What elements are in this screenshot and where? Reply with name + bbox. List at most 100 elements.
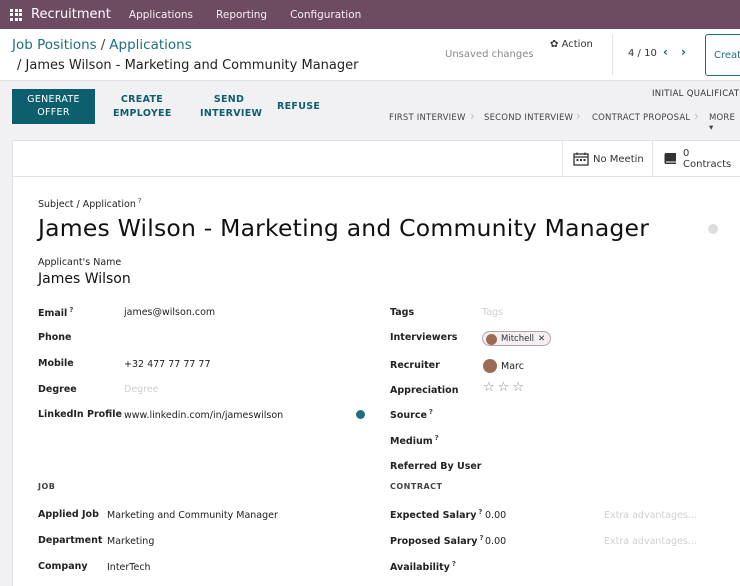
pager-value[interactable]: 4 / 10: [628, 48, 657, 59]
proposed-extra-advantages-field[interactable]: Extra advantages...: [604, 536, 697, 547]
menu-configuration[interactable]: Configuration: [290, 9, 361, 21]
proposed-salary-label-text: Proposed Salary: [390, 536, 478, 548]
linkedin-label: LinkedIn Profile: [38, 409, 122, 420]
email-label: Email?: [38, 306, 74, 320]
tags-label: Tags: [390, 307, 415, 318]
subject-label: Subject / Application?: [38, 197, 142, 211]
appreciation-stars[interactable]: ☆☆☆: [483, 380, 527, 395]
globe-icon[interactable]: [356, 410, 365, 419]
action-label: Action: [561, 39, 593, 50]
create-employee-line2: EMPLOYEE: [113, 108, 172, 119]
contracts-count: 0: [683, 148, 690, 159]
applied-job-label: Applied Job: [38, 509, 99, 520]
generate-offer-button[interactable]: GENERATE OFFER: [12, 89, 95, 124]
meetings-label: No Meetin: [593, 153, 644, 165]
phone-field[interactable]: [124, 332, 344, 344]
chevron-right-icon: ›: [576, 109, 581, 123]
degree-label: Degree: [38, 384, 77, 395]
stage-more-label: MORE: [709, 113, 736, 123]
smart-button-box: No Meetin 0 Contracts: [13, 141, 740, 177]
meetings-smart-button[interactable]: No Meetin: [562, 141, 652, 177]
interviewer-tag[interactable]: Mitchell ✕: [482, 331, 552, 346]
contracts-smart-button[interactable]: 0 Contracts: [652, 141, 740, 177]
apps-menu-icon[interactable]: [3, 0, 29, 29]
control-panel: Job Positions / Applications / James Wilso…: [0, 29, 740, 81]
company-label: Company: [38, 561, 88, 572]
top-navbar: Recruitment Applications Reporting Confi…: [0, 0, 740, 29]
applicant-name-input[interactable]: James Wilson: [38, 271, 131, 287]
applicant-name-label: Applicant's Name: [38, 257, 122, 268]
breadcrumb: Job Positions / Applications: [12, 37, 192, 53]
mobile-field[interactable]: +32 477 77 77 77: [124, 359, 211, 370]
remove-tag-icon[interactable]: ✕: [538, 334, 545, 344]
menu-reporting[interactable]: Reporting: [216, 9, 267, 21]
send-interview-button[interactable]: SEND INTERVIEW: [200, 93, 263, 121]
job-section-title: JOB: [38, 482, 56, 491]
recruiter-label: Recruiter: [390, 360, 440, 371]
source-field[interactable]: [482, 408, 702, 420]
medium-field[interactable]: [482, 434, 702, 446]
breadcrumb-current: / James Wilson - Marketing and Community…: [17, 58, 359, 73]
mobile-label: Mobile: [38, 358, 74, 369]
create-employee-line1: CREATE: [120, 94, 164, 105]
stage-first-interview[interactable]: FIRST INTERVIEW: [389, 113, 466, 123]
generate-offer-line2: OFFER: [37, 107, 70, 118]
calendar-icon: [573, 152, 589, 166]
interviewers-label: Interviewers: [390, 332, 458, 343]
avatar: [486, 333, 497, 345]
department-label: Department: [38, 535, 103, 546]
contracts-label: Contracts: [683, 159, 732, 170]
breadcrumb-job-positions[interactable]: Job Positions: [12, 37, 97, 53]
action-button[interactable]: ✿ Action: [550, 39, 593, 50]
pager-next-icon[interactable]: ›: [681, 45, 686, 59]
stage-second-interview[interactable]: SECOND INTERVIEW: [484, 113, 573, 123]
chevron-right-icon: ›: [694, 109, 699, 123]
generate-offer-line1: GENERATE: [27, 94, 80, 105]
medium-label: Medium?: [390, 434, 439, 448]
pager-previous-icon[interactable]: ‹: [663, 45, 668, 59]
medium-label-text: Medium: [390, 436, 433, 448]
phone-label: Phone: [38, 332, 72, 343]
send-interview-line2: INTERVIEW: [200, 108, 263, 119]
recruiter-avatar: [483, 359, 497, 373]
priority-icon[interactable]: [708, 224, 718, 234]
statusbar: GENERATE OFFER CREATE EMPLOYEE SEND INTE…: [0, 82, 740, 133]
stage-contract-proposal[interactable]: CONTRACT PROPOSAL: [592, 113, 690, 123]
source-label: Source?: [390, 408, 433, 422]
stage-initial-qualification[interactable]: INITIAL QUALIFICATIO: [652, 89, 740, 99]
linkedin-field[interactable]: www.linkedin.com/in/jameswilson: [124, 410, 283, 421]
availability-label: Availability?: [390, 560, 456, 574]
app-name[interactable]: Recruitment: [31, 7, 111, 22]
chevron-right-icon: ›: [470, 109, 475, 123]
source-label-text: Source: [390, 410, 427, 422]
divider: [612, 35, 613, 75]
expected-extra-advantages-field[interactable]: Extra advantages...: [604, 510, 697, 521]
interviewer-tag-label: Mitchell: [501, 334, 535, 344]
proposed-salary-label: Proposed Salary?: [390, 534, 484, 548]
proposed-salary-field[interactable]: 0.00: [485, 536, 506, 547]
expected-salary-field[interactable]: 0.00: [485, 510, 506, 521]
degree-field[interactable]: Degree: [124, 384, 159, 395]
caret-down-icon: ▾: [709, 123, 714, 133]
subject-input[interactable]: James Wilson - Marketing and Community M…: [38, 214, 649, 242]
refuse-button[interactable]: REFUSE: [277, 100, 320, 114]
book-icon: [664, 153, 676, 164]
create-button[interactable]: Creat: [705, 34, 740, 76]
breadcrumb-applications[interactable]: Applications: [109, 37, 191, 53]
send-interview-line1: SEND: [213, 94, 245, 105]
referred-by-label: Referred By User: [390, 461, 482, 472]
gear-icon: ✿: [550, 39, 559, 50]
email-field[interactable]: james@wilson.com: [124, 307, 215, 318]
tags-field[interactable]: Tags: [482, 307, 503, 318]
subject-label-text: Subject / Application: [38, 199, 136, 211]
department-field[interactable]: Marketing: [107, 536, 154, 547]
stage-more-dropdown[interactable]: MORE ▾: [709, 113, 740, 133]
availability-label-text: Availability: [390, 562, 450, 574]
create-employee-button[interactable]: CREATE EMPLOYEE: [113, 93, 171, 121]
company-field[interactable]: InterTech: [107, 562, 151, 573]
recruiter-field[interactable]: Marc: [501, 361, 524, 372]
menu-applications[interactable]: Applications: [129, 9, 193, 21]
unsaved-changes-indicator: Unsaved changes: [445, 49, 534, 60]
form-sheet: No Meetin 0 Contracts Subject / Applicat…: [12, 140, 740, 586]
applied-job-field[interactable]: Marketing and Community Manager: [107, 510, 278, 521]
